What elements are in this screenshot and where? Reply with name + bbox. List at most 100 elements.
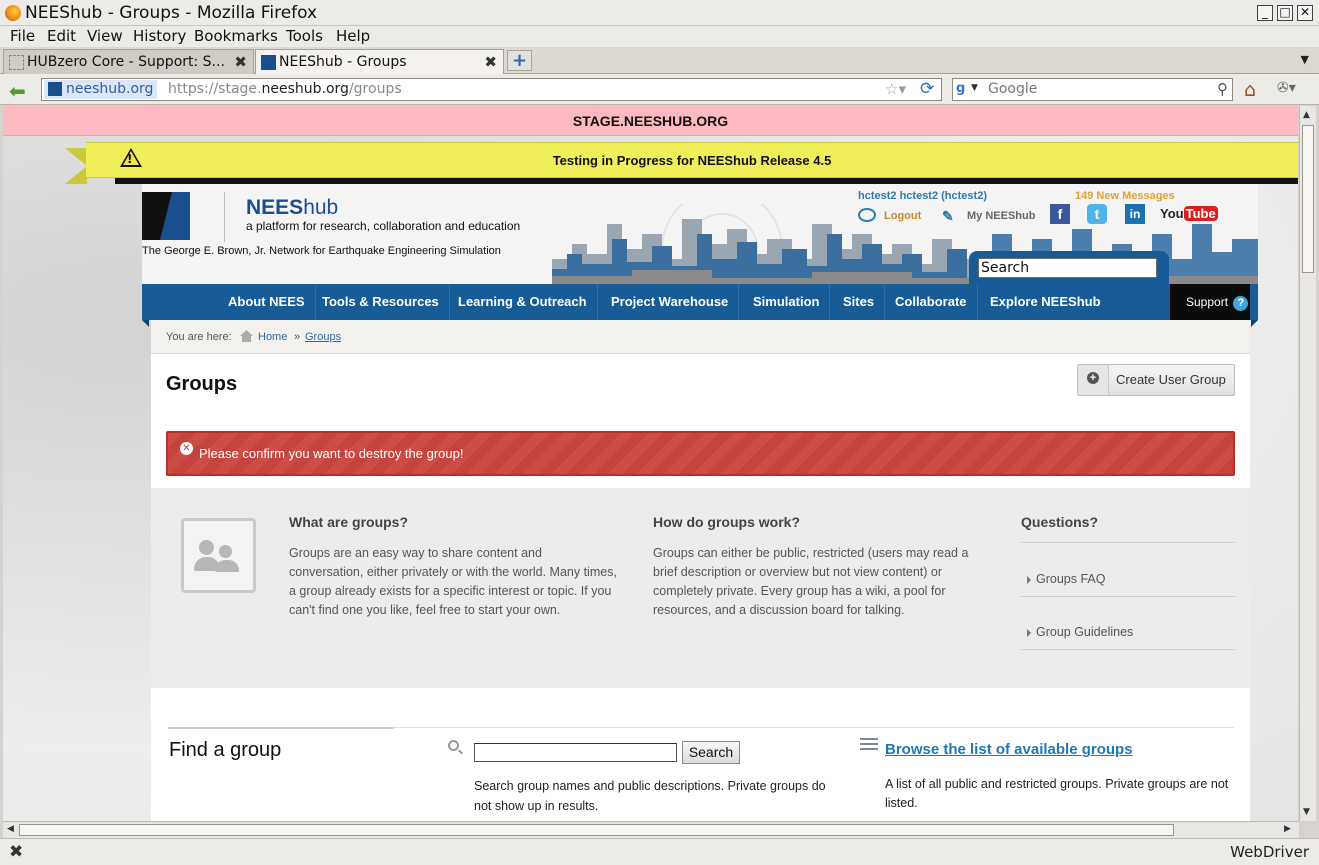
menu-history[interactable]: History bbox=[133, 27, 186, 45]
status-close-icon[interactable]: ✖ bbox=[9, 842, 23, 862]
groups-faq-link[interactable]: Groups FAQ bbox=[1027, 572, 1105, 586]
horizontal-scrollbar[interactable]: ◀ ▶ bbox=[3, 821, 1299, 838]
menu-view[interactable]: View bbox=[87, 27, 123, 45]
divider bbox=[1021, 596, 1235, 597]
breadcrumb: You are here: Home » Groups bbox=[151, 320, 1250, 354]
linkedin-icon[interactable]: in bbox=[1125, 204, 1145, 224]
home-icon[interactable]: ⌂ bbox=[1244, 79, 1256, 101]
menu-help[interactable]: Help bbox=[336, 27, 370, 45]
test-banner: Testing in Progress for NEEShub Release … bbox=[86, 142, 1298, 178]
url-domain: neeshub.org bbox=[261, 81, 349, 97]
menu-edit[interactable]: Edit bbox=[47, 27, 76, 45]
questions-heading: Questions? bbox=[1021, 514, 1099, 530]
menu-tools[interactable]: Tools bbox=[286, 27, 323, 45]
back-arrow-icon[interactable]: ⬅ bbox=[9, 79, 26, 103]
logout-icon bbox=[858, 208, 876, 222]
close-window-button[interactable]: ✕ bbox=[1297, 5, 1313, 21]
tab-hubzero-support[interactable]: HUBzero Core - Support: S... ✖ bbox=[3, 49, 254, 74]
logout-link[interactable]: Logout bbox=[858, 208, 921, 222]
site-identity-button[interactable]: neeshub.org bbox=[44, 80, 158, 99]
my-neeshub-link[interactable]: ✎ My NEEShub bbox=[942, 208, 1036, 224]
breadcrumb-separator: » bbox=[294, 331, 301, 343]
search-icon bbox=[448, 740, 459, 751]
vertical-scroll-thumb[interactable] bbox=[1302, 125, 1314, 273]
google-engine-icon[interactable]: g bbox=[956, 81, 965, 96]
url-bar[interactable]: neeshub.org https://stage.neeshub.org/gr… bbox=[41, 78, 942, 101]
find-group-section: Find a group Search Search group names a… bbox=[151, 688, 1250, 821]
stage-banner: STAGE.NEESHUB.ORG bbox=[3, 106, 1298, 136]
youtube-icon[interactable]: You Tube bbox=[1160, 204, 1218, 224]
nav-simulation[interactable]: Simulation bbox=[743, 284, 831, 320]
support-label: Support bbox=[1186, 295, 1229, 309]
tab-label: HUBzero Core - Support: S... bbox=[27, 54, 225, 70]
neeshub-favicon-icon bbox=[48, 82, 62, 96]
site-identity-label: neeshub.org bbox=[66, 81, 154, 97]
close-tab-icon[interactable]: ✖ bbox=[234, 53, 247, 71]
horizontal-scroll-thumb[interactable] bbox=[19, 824, 1174, 836]
error-message: Please confirm you want to destroy the g… bbox=[199, 446, 464, 461]
browse-groups-link[interactable]: Browse the list of available groups bbox=[885, 741, 1133, 758]
nav-tools-resources[interactable]: Tools & Resources bbox=[312, 284, 450, 320]
tab-neeshub-groups[interactable]: NEEShub - Groups ✖ bbox=[255, 49, 504, 75]
support-button[interactable]: Support ? bbox=[1170, 284, 1250, 320]
breadcrumb-home-link[interactable]: Home bbox=[258, 331, 287, 343]
close-tab-icon[interactable]: ✖ bbox=[484, 53, 497, 71]
breadcrumb-label: You are here: bbox=[166, 331, 232, 343]
scroll-right-icon[interactable]: ▶ bbox=[1284, 824, 1291, 834]
tab-bar: HUBzero Core - Support: S... ✖ NEEShub -… bbox=[0, 47, 1319, 75]
error-icon: ✕ bbox=[180, 442, 193, 455]
nav-about-nees[interactable]: About NEES bbox=[218, 284, 316, 320]
site-search-input[interactable]: Search bbox=[978, 258, 1157, 278]
group-search-input[interactable] bbox=[474, 743, 677, 762]
reload-icon[interactable]: ⟳ bbox=[920, 79, 934, 99]
what-are-groups-text: Groups are an easy way to share content … bbox=[289, 546, 617, 617]
tab-list-dropdown-icon[interactable]: ▼ bbox=[1301, 53, 1309, 66]
tab-label: NEEShub - Groups bbox=[279, 54, 407, 70]
menu-bookmarks[interactable]: Bookmarks bbox=[194, 27, 278, 45]
how-groups-work-heading: How do groups work? bbox=[653, 514, 800, 530]
twitter-icon[interactable]: t bbox=[1087, 204, 1107, 224]
window-title: NEEShub - Groups - Mozilla Firefox bbox=[25, 3, 318, 23]
create-user-group-button[interactable]: Create User Group bbox=[1077, 364, 1235, 396]
addon-menu-icon[interactable]: ✇▾ bbox=[1277, 80, 1296, 96]
nav-collaborate[interactable]: Collaborate bbox=[885, 284, 978, 320]
new-messages-link[interactable]: 149 New Messages bbox=[1075, 190, 1175, 202]
maximize-button[interactable]: □ bbox=[1277, 5, 1293, 21]
nav-explore-neeshub[interactable]: Explore NEEShub bbox=[980, 284, 1111, 320]
vertical-scrollbar[interactable]: ▲ ▼ bbox=[1299, 106, 1316, 821]
group-guidelines-link[interactable]: Group Guidelines bbox=[1027, 625, 1133, 639]
scroll-up-icon[interactable]: ▲ bbox=[1303, 110, 1310, 120]
my-neeshub-label: My NEEShub bbox=[967, 210, 1036, 222]
facebook-icon[interactable]: f bbox=[1050, 204, 1070, 224]
status-bar: ✖ WebDriver bbox=[0, 838, 1319, 865]
magnifier-icon[interactable]: ⚲ bbox=[1217, 80, 1228, 98]
groups-intro-section: What are groups? Groups are an easy way … bbox=[151, 488, 1250, 688]
warning-mark: ! bbox=[127, 152, 133, 166]
help-question-icon: ? bbox=[1233, 296, 1249, 311]
minimize-button[interactable]: _ bbox=[1257, 5, 1273, 21]
breadcrumb-groups-link[interactable]: Groups bbox=[305, 331, 341, 343]
nees-logo[interactable] bbox=[142, 192, 190, 240]
home-icon bbox=[240, 330, 253, 342]
main-content: You are here: Home » Groups Groups Creat… bbox=[151, 320, 1250, 821]
search-description: Search group names and public descriptio… bbox=[474, 779, 826, 813]
neeshub-favicon-icon bbox=[261, 55, 276, 70]
bookmark-star-icon[interactable]: ☆▾ bbox=[885, 80, 906, 98]
new-tab-button[interactable]: + bbox=[507, 50, 532, 71]
browser-search-bar[interactable]: g ▼ Google ⚲ bbox=[952, 78, 1233, 101]
window-titlebar: NEEShub - Groups - Mozilla Firefox _ □ ✕ bbox=[0, 0, 1319, 26]
nav-project-warehouse[interactable]: Project Warehouse bbox=[601, 284, 740, 320]
group-search-button[interactable]: Search bbox=[682, 741, 740, 764]
scroll-left-icon[interactable]: ◀ bbox=[7, 824, 14, 834]
user-account-link[interactable]: hctest2 hctest2 (hctest2) bbox=[858, 190, 987, 202]
neeshub-brand[interactable]: NEEShub bbox=[246, 196, 338, 220]
menu-file[interactable]: File bbox=[10, 27, 35, 45]
scroll-down-icon[interactable]: ▼ bbox=[1303, 807, 1310, 817]
nav-learning-outreach[interactable]: Learning & Outreach bbox=[448, 284, 598, 320]
divider bbox=[394, 727, 1234, 728]
url-text[interactable]: https://stage.neeshub.org/groups bbox=[168, 81, 402, 97]
nav-sites[interactable]: Sites bbox=[833, 284, 886, 320]
engine-dropdown-icon[interactable]: ▼ bbox=[971, 83, 978, 93]
create-user-group-label: Create User Group bbox=[1116, 372, 1226, 387]
main-navigation: About NEES Tools & Resources Learning & … bbox=[142, 284, 1258, 320]
